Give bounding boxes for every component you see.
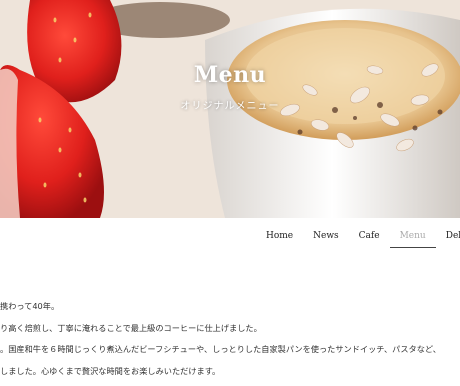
main-nav: Home News Cafe Menu Delive [266, 226, 460, 248]
intro-line: 。国産和牛を６時間じっくり煮込んだビーフシチューや、しっとりした自家製パンを使っ… [0, 344, 441, 354]
hero-title: Menu [193, 62, 267, 88]
nav-news[interactable]: News [313, 226, 339, 248]
hero-subtitle: オリジナルメニュー [180, 101, 280, 112]
intro-text: 携わって40年。 り高く焙煎し、丁寧に淹れることで最上級のコーヒーに仕上げました… [0, 300, 460, 386]
intro-line: り高く焙煎し、丁寧に淹れることで最上級のコーヒーに仕上げました。 [0, 322, 262, 333]
nav-delivery[interactable]: Delive [446, 226, 460, 248]
intro-line: しました。心ゆくまで贅沢な時間をお楽しみいただけます。 [0, 365, 221, 376]
nav-cafe[interactable]: Cafe [359, 226, 380, 248]
nav-menu[interactable]: Menu [389, 226, 436, 248]
hero-banner: Menu オリジナルメニュー [0, 0, 460, 218]
intro-line: 携わって40年。 [0, 301, 60, 311]
nav-home[interactable]: Home [266, 226, 293, 248]
